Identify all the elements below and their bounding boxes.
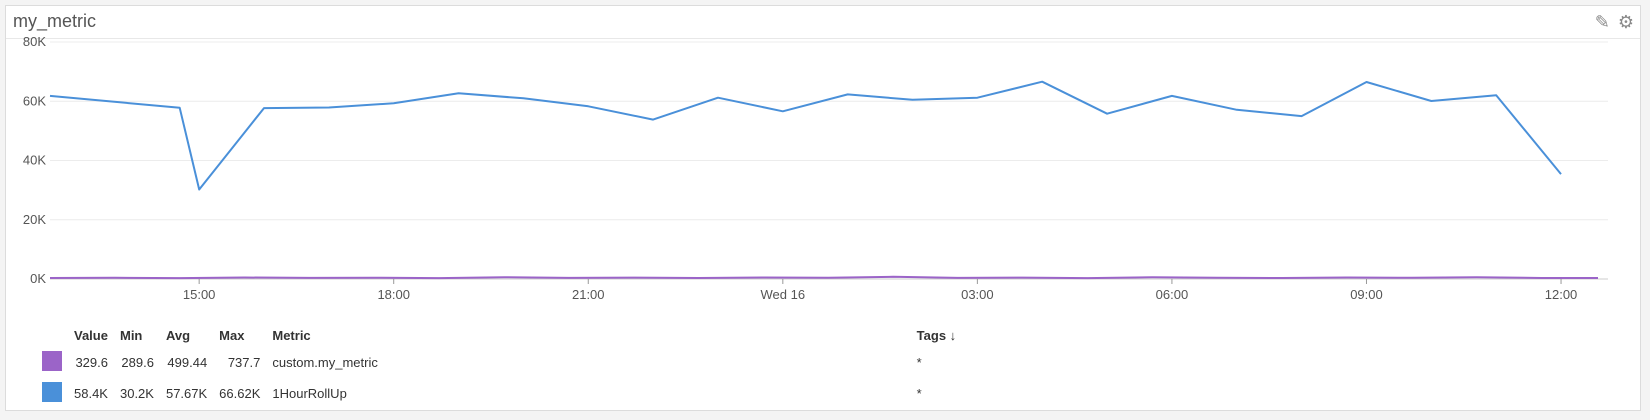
y-tick-label: 80K: [23, 34, 46, 49]
x-tick-label: 03:00: [961, 287, 994, 302]
x-tick-label: 18:00: [377, 287, 410, 302]
legend-min: 30.2K: [119, 386, 154, 401]
legend-value: 58.4K: [74, 386, 108, 401]
legend-tags: *: [916, 386, 922, 401]
legend-swatch-header: [36, 326, 68, 347]
legend-header-tags[interactable]: Tags ↓: [911, 326, 963, 347]
x-tick-label: Wed 16: [761, 287, 806, 302]
x-tick-label: 15:00: [183, 287, 216, 302]
legend-table: Value Min Avg Max Metric Tags ↓ 329.6 28…: [36, 326, 962, 409]
legend-row[interactable]: 329.6 289.6 499.44 737.7 custom.my_metri…: [36, 347, 962, 378]
legend-avg: 57.67K: [165, 386, 208, 401]
x-tick-label: 12:00: [1545, 287, 1578, 302]
series-line-1hourrollup: [49, 80, 1562, 191]
x-tick-label: 21:00: [572, 287, 605, 302]
legend-min: 289.6: [121, 355, 154, 370]
widget-panel: my_metric ✎ ⚙ 80K 60K 40K 20K 0K 15:00 18:00 21…: [5, 5, 1641, 411]
legend-max: 737.7: [227, 355, 261, 370]
legend-row[interactable]: 58.4K 30.2K 57.67K 66.62K 1HourRollUp *: [36, 378, 962, 409]
legend-header-avg: Avg: [165, 328, 191, 343]
line-chart: 80K 60K 40K 20K 0K 15:00 18:00 21:00 Wed 16 03:00…: [23, 34, 1608, 302]
legend-header-min: Min: [119, 328, 143, 343]
legend-header-metric: Metric: [272, 328, 311, 343]
legend-tags: *: [916, 355, 922, 370]
legend-value: 329.6: [75, 355, 108, 370]
x-tick-label: 06:00: [1156, 287, 1189, 302]
series-color-swatch: [42, 382, 62, 402]
series-line-custom-my-metric: [49, 275, 1598, 280]
legend-avg: 499.44: [167, 355, 208, 370]
y-tick-label: 60K: [23, 93, 46, 108]
y-tick-label: 40K: [23, 153, 46, 168]
legend-header-value: Value: [74, 328, 108, 343]
legend-header-row: Value Min Avg Max Metric Tags ↓: [36, 326, 962, 347]
legend-metric: custom.my_metric: [272, 355, 378, 370]
legend-metric: 1HourRollUp: [272, 386, 347, 401]
legend-header-max: Max: [219, 328, 245, 343]
legend-max: 66.62K: [219, 386, 261, 401]
y-tick-label: 0K: [30, 271, 46, 286]
y-tick-label: 20K: [23, 212, 46, 227]
x-tick-label: 09:00: [1350, 287, 1383, 302]
series-color-swatch: [42, 351, 62, 371]
